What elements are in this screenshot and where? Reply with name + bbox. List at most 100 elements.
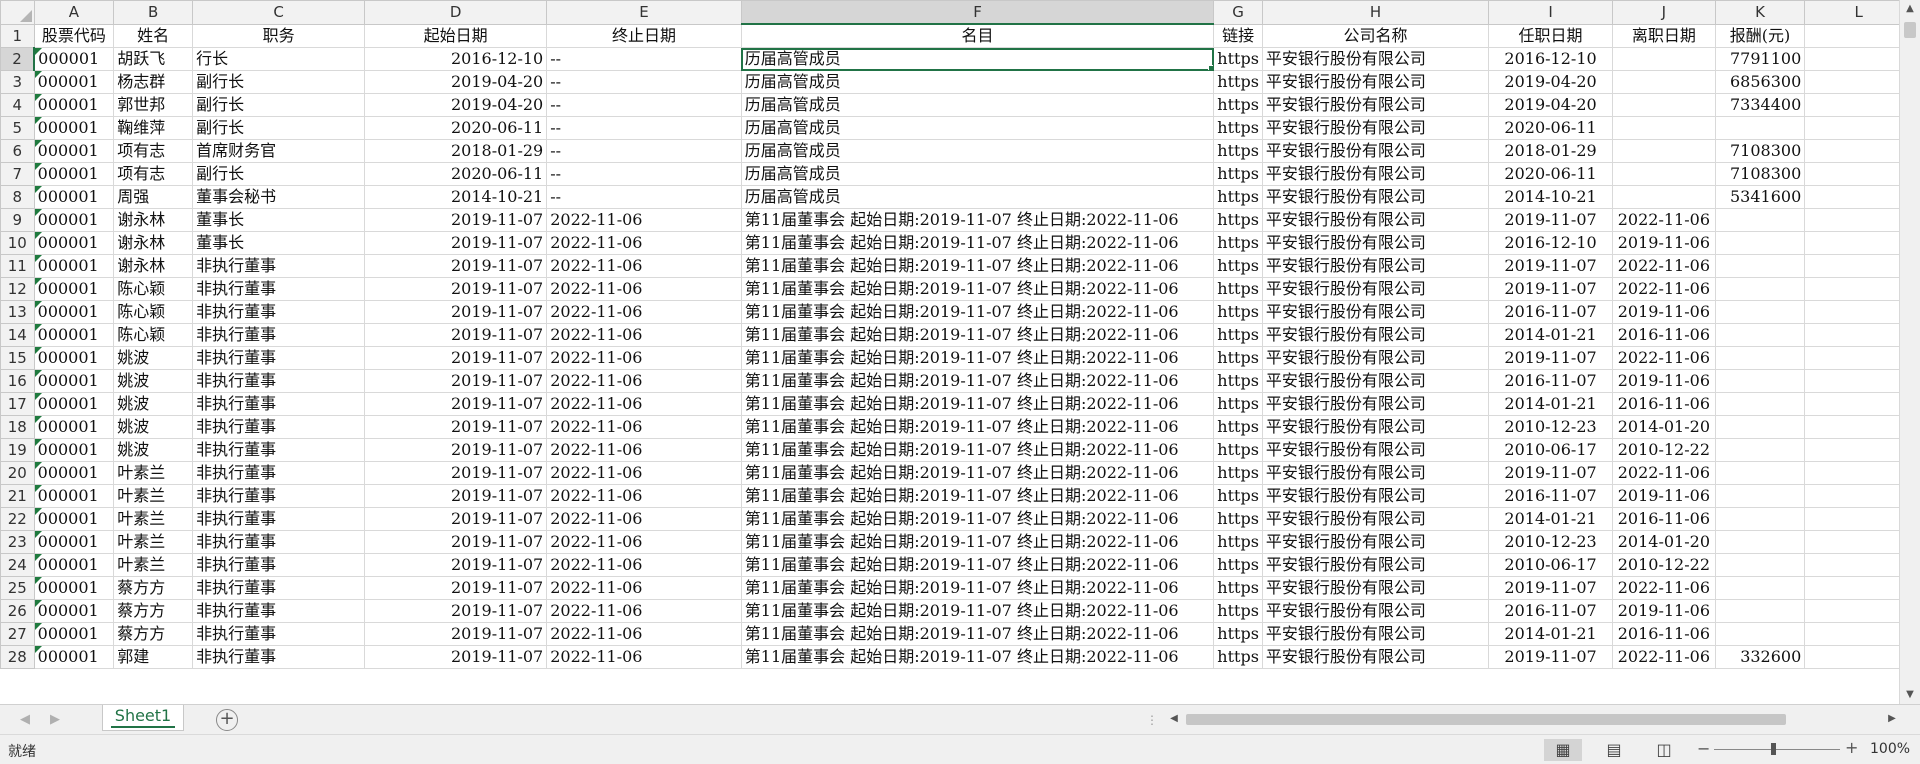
cell-l9[interactable] [1804,208,1913,232]
row-header[interactable]: 13 [0,300,35,324]
cell-a17[interactable]: 000001 [33,392,115,416]
cell-j28[interactable]: 2022-11-06 [1611,645,1716,669]
cell-l13[interactable] [1804,300,1913,324]
cell-a22[interactable]: 000001 [33,507,115,531]
cell-b28[interactable]: 郭建 [113,645,194,669]
cell-e5[interactable]: -- [546,116,742,140]
cell-h5[interactable]: 平安银行股份有限公司 [1261,116,1490,140]
cell-d5[interactable]: 2020-06-11 [364,116,548,140]
cell-b16[interactable]: 姚波 [113,369,194,393]
cell-i22[interactable]: 2014-01-21 [1488,507,1613,531]
cell-i21[interactable]: 2016-11-07 [1488,484,1613,508]
row-header[interactable]: 18 [0,415,35,439]
cell-f18[interactable]: 第11届董事会 起始日期:2019-11-07 终止日期:2022-11-06 [740,415,1215,439]
cell-d1[interactable]: 起始日期 [364,23,548,48]
cell-b6[interactable]: 项有志 [113,139,194,163]
cell-j24[interactable]: 2010-12-22 [1611,553,1716,577]
zoom-slider[interactable] [1714,749,1840,750]
cell-l20[interactable] [1804,461,1913,485]
cell-b8[interactable]: 周强 [113,185,194,209]
column-header-b[interactable]: B [113,0,194,25]
cell-b22[interactable]: 叶素兰 [113,507,194,531]
cell-h16[interactable]: 平安银行股份有限公司 [1261,369,1490,393]
cell-l8[interactable] [1804,185,1913,209]
cell-l25[interactable] [1804,576,1913,600]
cell-d20[interactable]: 2019-11-07 [364,461,548,485]
cell-a5[interactable]: 000001 [33,116,115,140]
cell-g27[interactable]: https [1213,622,1263,646]
cell-g12[interactable]: https [1213,277,1263,301]
cell-l14[interactable] [1804,323,1913,347]
cell-e14[interactable]: 2022-11-06 [546,323,742,347]
cell-d18[interactable]: 2019-11-07 [364,415,548,439]
cell-c17[interactable]: 非执行董事 [192,392,366,416]
cell-g21[interactable]: https [1213,484,1263,508]
cell-k20[interactable] [1714,461,1806,485]
cell-c11[interactable]: 非执行董事 [192,254,366,278]
cell-h13[interactable]: 平安银行股份有限公司 [1261,300,1490,324]
cell-e15[interactable]: 2022-11-06 [546,346,742,370]
cell-d17[interactable]: 2019-11-07 [364,392,548,416]
row-header[interactable]: 26 [0,599,35,623]
page-layout-icon[interactable]: ▤ [1595,739,1633,761]
cell-b19[interactable]: 姚波 [113,438,194,462]
cell-l11[interactable] [1804,254,1913,278]
cell-h17[interactable]: 平安银行股份有限公司 [1261,392,1490,416]
cell-b3[interactable]: 杨志群 [113,70,194,94]
cell-b26[interactable]: 蔡方方 [113,599,194,623]
cell-c24[interactable]: 非执行董事 [192,553,366,577]
cell-b10[interactable]: 谢永林 [113,231,194,255]
cell-f3[interactable]: 历届高管成员 [740,70,1215,94]
row-header[interactable]: 6 [0,139,35,163]
vertical-scroll-thumb[interactable] [1904,22,1916,38]
cell-d28[interactable]: 2019-11-07 [364,645,548,669]
cell-f17[interactable]: 第11届董事会 起始日期:2019-11-07 终止日期:2022-11-06 [740,392,1215,416]
cell-b7[interactable]: 项有志 [113,162,194,186]
cell-f7[interactable]: 历届高管成员 [740,162,1215,186]
cell-f27[interactable]: 第11届董事会 起始日期:2019-11-07 终止日期:2022-11-06 [740,622,1215,646]
cell-f23[interactable]: 第11届董事会 起始日期:2019-11-07 终止日期:2022-11-06 [740,530,1215,554]
cell-g25[interactable]: https [1213,576,1263,600]
cell-j25[interactable]: 2022-11-06 [1611,576,1716,600]
scroll-left-arrow-icon[interactable]: ◀ [1166,710,1182,728]
cell-c5[interactable]: 副行长 [192,116,366,140]
cell-h7[interactable]: 平安银行股份有限公司 [1261,162,1490,186]
column-header-k[interactable]: K [1714,0,1806,25]
cell-k2[interactable]: 7791100 [1714,47,1806,71]
cell-a20[interactable]: 000001 [33,461,115,485]
cell-d14[interactable]: 2019-11-07 [364,323,548,347]
row-header[interactable]: 28 [0,645,35,669]
cell-h9[interactable]: 平安银行股份有限公司 [1261,208,1490,232]
cell-h4[interactable]: 平安银行股份有限公司 [1261,93,1490,117]
cell-f28[interactable]: 第11届董事会 起始日期:2019-11-07 终止日期:2022-11-06 [740,645,1215,669]
cell-e27[interactable]: 2022-11-06 [546,622,742,646]
cell-j7[interactable] [1611,162,1716,186]
cell-c13[interactable]: 非执行董事 [192,300,366,324]
cell-l24[interactable] [1804,553,1913,577]
cell-k27[interactable] [1714,622,1806,646]
cell-j10[interactable]: 2019-11-06 [1611,231,1716,255]
cell-e3[interactable]: -- [546,70,742,94]
cell-i13[interactable]: 2016-11-07 [1488,300,1613,324]
cell-h6[interactable]: 平安银行股份有限公司 [1261,139,1490,163]
cell-i11[interactable]: 2019-11-07 [1488,254,1613,278]
cell-d13[interactable]: 2019-11-07 [364,300,548,324]
cell-g13[interactable]: https [1213,300,1263,324]
cell-e18[interactable]: 2022-11-06 [546,415,742,439]
cell-c14[interactable]: 非执行董事 [192,323,366,347]
cell-i12[interactable]: 2019-11-07 [1488,277,1613,301]
cell-g2[interactable]: https [1213,47,1263,71]
cell-e8[interactable]: -- [546,185,742,209]
select-all-corner[interactable] [0,0,35,25]
cell-e11[interactable]: 2022-11-06 [546,254,742,278]
vertical-scrollbar[interactable]: ▲ ▼ [1899,0,1920,704]
cell-i26[interactable]: 2016-11-07 [1488,599,1613,623]
cell-g18[interactable]: https [1213,415,1263,439]
cell-c12[interactable]: 非执行董事 [192,277,366,301]
cell-h10[interactable]: 平安银行股份有限公司 [1261,231,1490,255]
cell-j21[interactable]: 2019-11-06 [1611,484,1716,508]
cell-k11[interactable] [1714,254,1806,278]
cell-i16[interactable]: 2016-11-07 [1488,369,1613,393]
cell-table[interactable]: ABCDEFGHIJKL 1 股票代码 姓名 职务 起始日期 终止日期 名目 链接 公司名称 任职… [0,0,1920,669]
row-header[interactable]: 12 [0,277,35,301]
